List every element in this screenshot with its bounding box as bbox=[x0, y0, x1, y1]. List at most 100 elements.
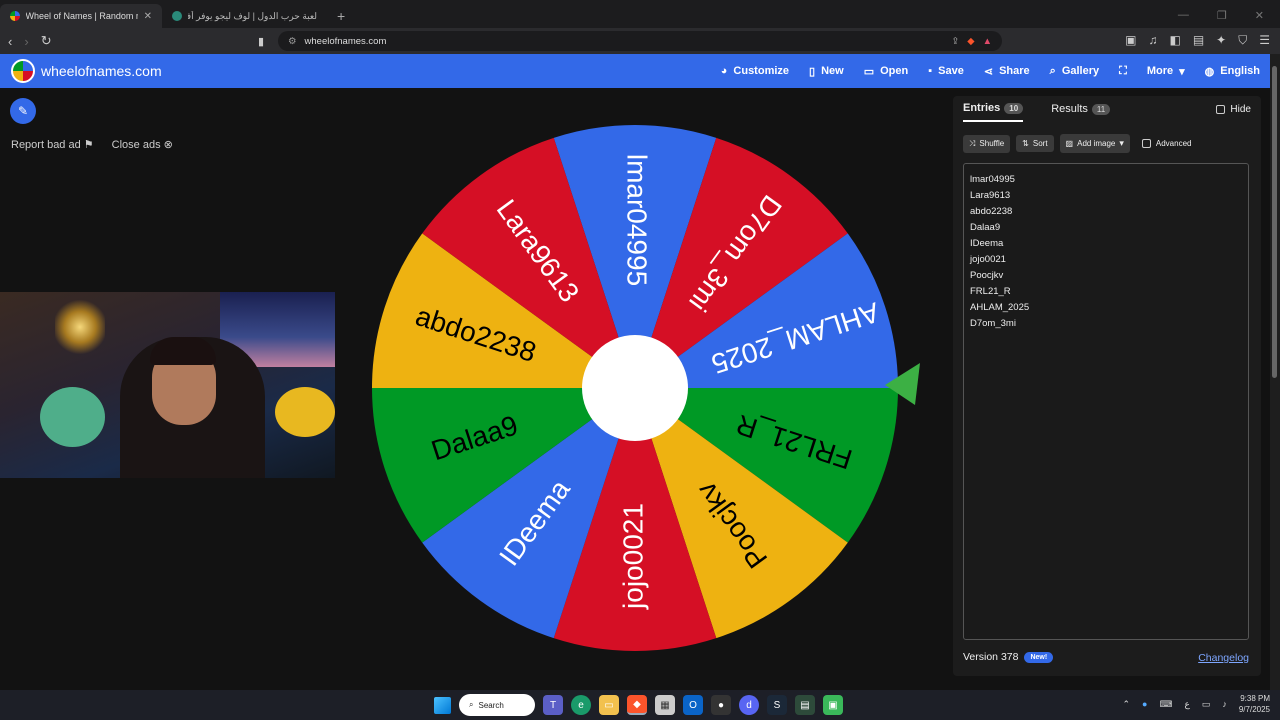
sidebar-icon[interactable]: ◧ bbox=[1169, 33, 1180, 48]
windows-start-icon[interactable] bbox=[434, 696, 451, 714]
save-button[interactable]: ▪ Save bbox=[928, 65, 964, 78]
customize-button[interactable]: ◕ Customize bbox=[721, 65, 789, 78]
changelog-link[interactable]: Changelog bbox=[1198, 652, 1249, 664]
media-icon[interactable]: ♫ bbox=[1148, 33, 1157, 48]
open-button[interactable]: ▭ Open bbox=[864, 65, 909, 78]
pencil-icon: ✎ bbox=[17, 104, 29, 118]
maximize-icon[interactable]: ❐ bbox=[1217, 9, 1227, 22]
edit-button[interactable]: ✎ bbox=[10, 98, 36, 124]
steam-icon[interactable]: S bbox=[767, 695, 787, 715]
hide-toggle[interactable]: Hide bbox=[1216, 104, 1251, 115]
url-text: wheelofnames.com bbox=[304, 35, 387, 47]
menu-icon[interactable]: ☰ bbox=[1259, 33, 1270, 48]
volume-icon[interactable]: ♪ bbox=[1222, 699, 1227, 709]
taskbar-search[interactable]: ⌕ Search bbox=[459, 694, 535, 716]
ad-links: Report bad ad ⚑ Close ads ⊗ bbox=[11, 138, 173, 151]
gallery-button[interactable]: ⌕ Gallery bbox=[1050, 65, 1099, 78]
store-icon[interactable]: ▦ bbox=[655, 695, 675, 715]
version-label: Version 378 bbox=[963, 651, 1019, 663]
outlook-icon[interactable]: O bbox=[683, 695, 703, 715]
wheel-container[interactable]: lmar04995 D7om_3mi AHLAM_2025 FRL21_R Poocjk… bbox=[370, 123, 920, 653]
new-tab-icon[interactable]: + bbox=[327, 8, 355, 28]
fullscreen-icon: ⛶ bbox=[1119, 64, 1127, 77]
site-logo[interactable]: wheelofnames.com bbox=[0, 59, 162, 83]
lamp-shape bbox=[55, 297, 105, 357]
search-icon: ⌕ bbox=[469, 700, 474, 709]
entries-panel: Entries 10 Results 11 Hide ⤨ Shuffle ⇅ Sor… bbox=[953, 96, 1261, 676]
sort-button[interactable]: ⇅ Sort bbox=[1016, 135, 1054, 152]
reload-icon[interactable]: ↻ bbox=[41, 33, 52, 49]
add-image-button[interactable]: ▨ Add image ▾ bbox=[1059, 134, 1130, 153]
close-ads-link[interactable]: Close ads ⊗ bbox=[112, 138, 173, 151]
new-button[interactable]: ▯ New bbox=[809, 65, 844, 78]
bookmark-icon[interactable]: ▮ bbox=[258, 35, 264, 48]
entry-line: AHLAM_2025 bbox=[970, 302, 1030, 313]
keyboard-icon[interactable]: ⌨ bbox=[1159, 699, 1172, 710]
browser-toolbar-icons: ▣ ♫ ◧ ▤ ✦ ⛉ ☰ bbox=[1125, 33, 1270, 48]
advanced-label: Advanced bbox=[1155, 139, 1192, 148]
tray-chevron-icon[interactable]: ⌃ bbox=[1122, 699, 1130, 710]
tab-title: Wheel of Names | Random name pic bbox=[25, 11, 138, 21]
scrollbar-thumb[interactable] bbox=[1272, 66, 1277, 378]
entries-tools: ⤨ Shuffle ⇅ Sort ▨ Add image ▾ Advanced bbox=[963, 134, 1191, 153]
rewards-icon[interactable]: ▲ bbox=[983, 36, 992, 47]
entry-line: lmar04995 bbox=[970, 174, 1015, 185]
entries-count-badge: 10 bbox=[1004, 102, 1024, 114]
forward-icon[interactable]: › bbox=[24, 34, 28, 49]
taskbar: ⌕ Search T e ▭ ◆ ▦ O ● d S ▤ ▣ ⌃ ● ⌨ ع ▭ … bbox=[0, 690, 1280, 720]
tab-results[interactable]: Results 11 bbox=[1051, 96, 1111, 122]
edge-icon[interactable]: e bbox=[571, 695, 591, 715]
entries-textarea[interactable]: lmar04995 Lara9613 abdo2238 Dalaa9 IDeema joj… bbox=[963, 163, 1249, 640]
wallet-icon[interactable]: ▤ bbox=[1193, 33, 1204, 48]
report-bad-ad-link[interactable]: Report bad ad ⚑ bbox=[11, 138, 94, 151]
app-icon[interactable]: ▣ bbox=[823, 695, 843, 715]
page-scrollbar[interactable] bbox=[1270, 54, 1280, 690]
file-explorer-icon[interactable]: ▭ bbox=[599, 695, 619, 715]
share-page-icon[interactable]: ⇪ bbox=[951, 36, 959, 47]
language-label: English bbox=[1220, 65, 1260, 77]
teams-icon[interactable]: T bbox=[543, 695, 563, 715]
search-icon: ⌕ bbox=[1049, 64, 1056, 77]
save-label: Save bbox=[938, 65, 964, 77]
wheel-center[interactable] bbox=[582, 335, 688, 441]
entry-line: jojo0021 bbox=[970, 254, 1006, 265]
discord-icon[interactable]: d bbox=[739, 695, 759, 715]
vpn-icon[interactable]: ⛉ bbox=[1238, 33, 1247, 48]
back-icon[interactable]: ‹ bbox=[8, 34, 12, 49]
advanced-checkbox[interactable] bbox=[1141, 139, 1151, 148]
hide-checkbox[interactable] bbox=[1216, 104, 1226, 114]
spreadsheet-icon[interactable]: ▤ bbox=[795, 695, 815, 715]
entry-line: abdo2238 bbox=[970, 206, 1013, 217]
fullscreen-button[interactable]: ⛶ bbox=[1119, 65, 1127, 78]
network-icon[interactable]: ▭ bbox=[1202, 699, 1211, 710]
obs-icon[interactable]: ● bbox=[711, 695, 731, 715]
webcam-overlay bbox=[0, 292, 335, 478]
browser-tab-game[interactable]: لعبة حرب الدول | لوف ليجو يوفر أفضل bbox=[162, 4, 327, 28]
url-field[interactable]: ⚙ wheelofnames.com ⇪ ◆ ▲ bbox=[278, 31, 1002, 51]
system-tray: ⌃ ● ⌨ ع ▭ ♪ 9:38 PM 9/7/2025 bbox=[1122, 693, 1270, 715]
wheel-logo-icon bbox=[11, 59, 35, 83]
brave-shield-icon[interactable]: ◆ bbox=[967, 36, 974, 47]
share-button[interactable]: ⋖ Share bbox=[984, 65, 1030, 78]
advanced-toggle[interactable]: Advanced bbox=[1141, 139, 1192, 148]
site-info-icon[interactable]: ⚙ bbox=[288, 36, 297, 47]
clock[interactable]: 9:38 PM 9/7/2025 bbox=[1239, 693, 1270, 715]
wheel[interactable]: lmar04995 D7om_3miAHLAM_2025FRL21_RPoocjk… bbox=[370, 123, 920, 653]
window-controls: — ❐ ✕ bbox=[1162, 9, 1280, 28]
language-indicator[interactable]: ع bbox=[1184, 699, 1189, 710]
browser-tab-wheel[interactable]: Wheel of Names | Random name pic ✕ bbox=[0, 4, 162, 28]
tab-entries[interactable]: Entries 10 bbox=[963, 96, 1024, 122]
mic-icon[interactable]: ● bbox=[1142, 699, 1147, 709]
entries-tab-label: Entries bbox=[963, 102, 1001, 114]
more-button[interactable]: More ▾ bbox=[1147, 65, 1185, 78]
person-hair bbox=[150, 337, 216, 365]
screenshot-icon[interactable]: ▣ bbox=[1125, 33, 1136, 48]
shuffle-button[interactable]: ⤨ Shuffle bbox=[963, 134, 1011, 153]
close-tab-icon[interactable]: ✕ bbox=[144, 11, 152, 22]
brave-icon[interactable]: ◆ bbox=[627, 695, 647, 715]
ai-icon[interactable]: ✦ bbox=[1216, 33, 1226, 48]
language-button[interactable]: ◍ English bbox=[1205, 65, 1260, 78]
minimize-icon[interactable]: — bbox=[1178, 9, 1189, 22]
report-label: Report bad ad bbox=[11, 139, 81, 151]
close-window-icon[interactable]: ✕ bbox=[1255, 9, 1264, 22]
